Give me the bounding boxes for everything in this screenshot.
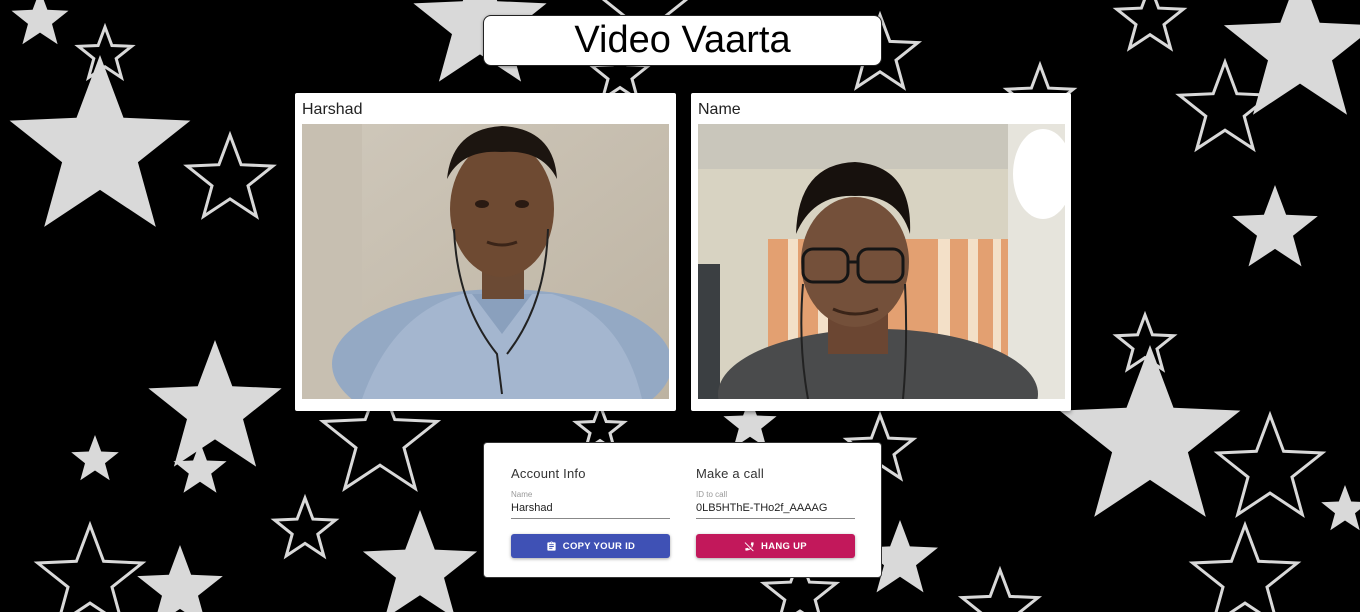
local-video-card: Harshad <box>295 93 676 411</box>
app-title: Video Vaarta <box>483 15 882 66</box>
remote-video-stream <box>698 124 1065 399</box>
star-shape <box>1188 520 1302 612</box>
star-shape <box>148 340 282 467</box>
star-shape <box>11 0 69 45</box>
star-shape <box>137 545 223 612</box>
phone-disabled-icon <box>744 541 754 551</box>
star-shape <box>71 435 119 481</box>
star-shape <box>270 493 340 560</box>
copy-id-button[interactable]: COPY YOUR ID <box>511 534 670 558</box>
star-shape <box>1232 185 1318 267</box>
clipboard-icon <box>547 540 556 551</box>
star-shape <box>33 520 147 612</box>
star-shape <box>183 130 277 220</box>
account-info-heading: Account Info <box>511 466 586 481</box>
hang-up-button[interactable]: HANG UP <box>696 534 855 558</box>
id-to-call-field[interactable]: 0LB5HThE-THo2f_AAAAG <box>696 502 855 519</box>
star-shape <box>1223 0 1360 115</box>
star-shape <box>957 565 1043 612</box>
make-call-section: Make a call ID to call 0LB5HThE-THo2f_AA… <box>696 466 855 519</box>
star-shape <box>362 510 478 612</box>
star-shape <box>1321 485 1360 531</box>
name-field-label: Name <box>511 490 533 499</box>
remote-video-card: Name <box>691 93 1071 411</box>
hang-up-label: HANG UP <box>761 540 807 552</box>
copy-id-label: COPY YOUR ID <box>562 540 636 552</box>
star-shape <box>1112 0 1188 52</box>
star-shape <box>1213 410 1327 518</box>
id-to-call-label: ID to call <box>696 490 728 499</box>
account-info-section: Account Info Name Harshad <box>511 466 670 519</box>
local-video-stream <box>302 124 669 399</box>
star-shape <box>9 55 191 227</box>
name-field[interactable]: Harshad <box>511 502 670 519</box>
call-controls-panel: Account Info Name Harshad COPY YOUR ID M… <box>483 442 882 578</box>
local-video-label: Harshad <box>302 101 363 118</box>
remote-video-label: Name <box>698 101 741 118</box>
make-call-heading: Make a call <box>696 466 764 481</box>
star-shape <box>1059 345 1241 517</box>
